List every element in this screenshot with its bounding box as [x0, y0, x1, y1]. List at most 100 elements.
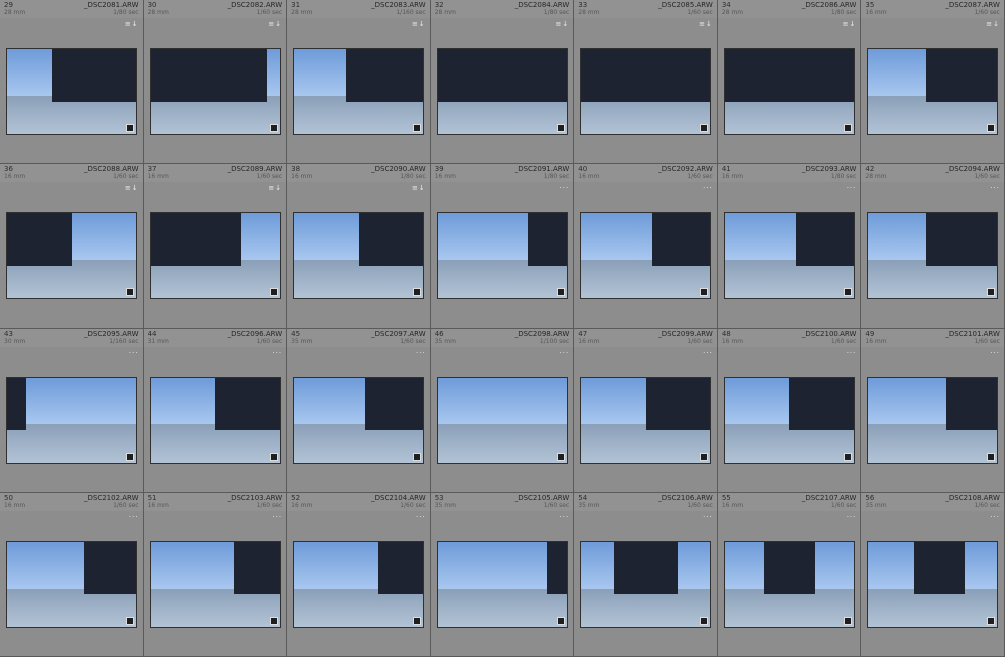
metadata-icon[interactable]: ··· [560, 349, 570, 357]
metadata-icon[interactable]: ··· [847, 184, 857, 192]
thumbnail-cell[interactable]: 55 _DSC2107.ARW 16 mm 1/60 sec ··· [717, 492, 862, 657]
thumbnail-cell[interactable]: 32 _DSC2084.ARW 28 mm 1/80 sec ≡↓ [430, 0, 575, 165]
photo-thumbnail[interactable] [436, 540, 568, 628]
metadata-icon[interactable]: ··· [416, 513, 426, 521]
edit-badge-icon[interactable] [413, 288, 422, 297]
photo-thumbnail[interactable] [436, 212, 568, 300]
edit-badge-icon[interactable] [700, 452, 709, 461]
photo-thumbnail[interactable] [293, 212, 425, 300]
metadata-icon[interactable]: ··· [129, 513, 139, 521]
edit-badge-icon[interactable] [126, 124, 134, 132]
photo-thumbnail[interactable] [867, 376, 999, 464]
edit-badge-icon[interactable] [126, 452, 134, 461]
edit-badge-icon[interactable] [843, 288, 852, 297]
thumbnail-cell[interactable]: 56 _DSC2108.ARW 35 mm 1/60 sec ··· [861, 492, 1005, 657]
metadata-icon[interactable]: ··· [272, 513, 282, 521]
thumbnail-cell[interactable]: 40 _DSC2092.ARW 16 mm 1/60 sec ··· [574, 164, 718, 329]
thumbnail-cell[interactable]: 46 _DSC2098.ARW 35 mm 1/100 sec ··· [430, 328, 575, 493]
edit-badge-icon[interactable] [987, 124, 996, 132]
metadata-icon[interactable]: ≡↓ [125, 184, 139, 192]
metadata-icon[interactable]: ≡↓ [699, 20, 713, 28]
edit-badge-icon[interactable] [987, 288, 996, 297]
edit-badge-icon[interactable] [556, 288, 565, 297]
metadata-icon[interactable]: ··· [703, 184, 713, 192]
edit-badge-icon[interactable] [843, 452, 852, 461]
photo-thumbnail[interactable] [723, 376, 855, 464]
photo-thumbnail[interactable] [723, 212, 855, 300]
metadata-icon[interactable]: ≡↓ [125, 20, 139, 28]
metadata-icon[interactable]: ··· [703, 349, 713, 357]
thumbnail-cell[interactable]: 52 _DSC2104.ARW 16 mm 1/60 sec ··· [287, 492, 431, 657]
thumbnail-cell[interactable]: 30 _DSC2082.ARW 28 mm 1/60 sec ≡↓ [143, 0, 288, 165]
metadata-icon[interactable]: ≡↓ [268, 184, 282, 192]
metadata-icon[interactable]: ≡↓ [412, 20, 426, 28]
thumbnail-cell[interactable]: 44 _DSC2096.ARW 31 mm 1/60 sec ··· [143, 328, 288, 493]
photo-thumbnail[interactable] [149, 212, 281, 300]
edit-badge-icon[interactable] [269, 452, 278, 461]
edit-badge-icon[interactable] [556, 616, 565, 625]
metadata-icon[interactable]: ··· [129, 349, 139, 357]
photo-thumbnail[interactable] [293, 376, 425, 464]
metadata-icon[interactable]: ··· [416, 349, 426, 357]
edit-badge-icon[interactable] [413, 124, 422, 132]
edit-badge-icon[interactable] [126, 616, 134, 625]
edit-badge-icon[interactable] [700, 616, 709, 625]
thumbnail-cell[interactable]: 38 _DSC2090.ARW 16 mm 1/80 sec ≡↓ [287, 164, 431, 329]
photo-thumbnail[interactable] [723, 48, 855, 135]
thumbnail-cell[interactable]: 48 _DSC2100.ARW 16 mm 1/60 sec ··· [717, 328, 862, 493]
metadata-icon[interactable]: ··· [272, 349, 282, 357]
metadata-icon[interactable]: ··· [990, 349, 1000, 357]
thumbnail-cell[interactable]: 34 _DSC2086.ARW 28 mm 1/80 sec ≡↓ [717, 0, 862, 165]
photo-thumbnail[interactable] [293, 540, 425, 628]
photo-thumbnail[interactable] [6, 376, 137, 464]
thumbnail-cell[interactable]: 41 _DSC2093.ARW 16 mm 1/80 sec ··· [717, 164, 862, 329]
metadata-icon[interactable]: ≡↓ [986, 20, 1000, 28]
metadata-icon[interactable]: ··· [990, 184, 1000, 192]
thumbnail-cell[interactable]: 36 _DSC2088.ARW 16 mm 1/60 sec ≡↓ [0, 164, 144, 329]
edit-badge-icon[interactable] [843, 124, 852, 132]
thumbnail-cell[interactable]: 54 _DSC2106.ARW 35 mm 1/60 sec ··· [574, 492, 718, 657]
photo-thumbnail[interactable] [580, 540, 712, 628]
metadata-icon[interactable]: ≡↓ [843, 20, 857, 28]
photo-thumbnail[interactable] [436, 376, 568, 464]
photo-thumbnail[interactable] [149, 540, 281, 628]
photo-thumbnail[interactable] [867, 212, 999, 300]
metadata-icon[interactable]: ≡↓ [556, 20, 570, 28]
thumbnail-cell[interactable]: 39 _DSC2091.ARW 16 mm 1/80 sec ··· [430, 164, 575, 329]
photo-thumbnail[interactable] [6, 48, 137, 135]
thumbnail-cell[interactable]: 43 _DSC2095.ARW 30 mm 1/160 sec ··· [0, 328, 144, 493]
edit-badge-icon[interactable] [987, 616, 996, 625]
edit-badge-icon[interactable] [700, 288, 709, 297]
edit-badge-icon[interactable] [269, 124, 278, 132]
metadata-icon[interactable]: ≡↓ [268, 20, 282, 28]
edit-badge-icon[interactable] [269, 288, 278, 297]
edit-badge-icon[interactable] [126, 288, 134, 297]
edit-badge-icon[interactable] [556, 452, 565, 461]
photo-thumbnail[interactable] [149, 376, 281, 464]
photo-thumbnail[interactable] [867, 540, 999, 628]
thumbnail-cell[interactable]: 49 _DSC2101.ARW 16 mm 1/60 sec ··· [861, 328, 1005, 493]
thumbnail-cell[interactable]: 29 _DSC2081.ARW 28 mm 1/80 sec ≡↓ [0, 0, 144, 165]
metadata-icon[interactable]: ··· [990, 513, 1000, 521]
edit-badge-icon[interactable] [700, 124, 709, 132]
photo-thumbnail[interactable] [6, 540, 137, 628]
photo-thumbnail[interactable] [149, 48, 281, 135]
metadata-icon[interactable]: ··· [847, 349, 857, 357]
metadata-icon[interactable]: ≡↓ [412, 184, 426, 192]
edit-badge-icon[interactable] [269, 616, 278, 625]
photo-thumbnail[interactable] [6, 212, 137, 300]
thumbnail-cell[interactable]: 50 _DSC2102.ARW 16 mm 1/60 sec ··· [0, 492, 144, 657]
photo-thumbnail[interactable] [436, 48, 568, 135]
metadata-icon[interactable]: ··· [703, 513, 713, 521]
edit-badge-icon[interactable] [843, 616, 852, 625]
photo-thumbnail[interactable] [580, 48, 712, 135]
photo-thumbnail[interactable] [723, 540, 855, 628]
thumbnail-cell[interactable]: 42 _DSC2094.ARW 28 mm 1/60 sec ··· [861, 164, 1005, 329]
photo-thumbnail[interactable] [580, 212, 712, 300]
edit-badge-icon[interactable] [413, 616, 422, 625]
photo-thumbnail[interactable] [867, 48, 999, 135]
thumbnail-cell[interactable]: 45 _DSC2097.ARW 35 mm 1/60 sec ··· [287, 328, 431, 493]
thumbnail-cell[interactable]: 33 _DSC2085.ARW 28 mm 1/60 sec ≡↓ [574, 0, 718, 165]
edit-badge-icon[interactable] [987, 452, 996, 461]
edit-badge-icon[interactable] [556, 124, 565, 132]
